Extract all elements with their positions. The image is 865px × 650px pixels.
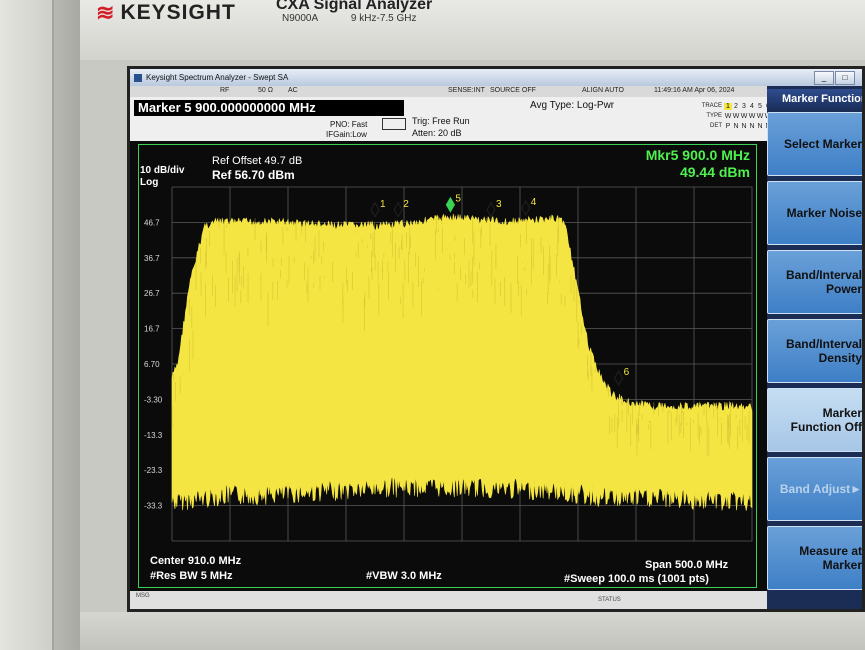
- center-frequency: Center 910.0 MHz: [150, 555, 242, 567]
- softkey-label-line1: Marker: [822, 406, 862, 420]
- res-bw: #Res BW 5 MHz: [150, 570, 233, 582]
- keysight-logo: ≋ KEYSIGHT: [96, 0, 236, 26]
- brand-name: KEYSIGHT: [120, 1, 236, 24]
- spectrum-trace: [171, 213, 753, 511]
- softkey-label-line2: Density: [818, 351, 862, 365]
- softkey-6[interactable]: Band Adjust►: [767, 457, 862, 521]
- y-tick-label: 16.7: [144, 325, 160, 334]
- marker-3-label: 3: [496, 199, 502, 210]
- marker-5-label: 5: [455, 194, 461, 205]
- analyzer-screen: Keysight Spectrum Analyzer - Swept SA _ …: [127, 66, 865, 612]
- message-bar: MSG STATUS: [130, 591, 767, 609]
- frequency-range: 9 kHz-7.5 GHz: [350, 13, 417, 24]
- instrument-bezel-left: [0, 0, 80, 650]
- softkey-1[interactable]: Select Marker: [767, 112, 862, 176]
- softkey-label-line1: Band/Interval: [785, 337, 862, 351]
- y-tick-label: -33.3: [144, 502, 163, 511]
- marker-6-label: 6: [624, 367, 630, 378]
- marker-6-diamond: [614, 369, 624, 386]
- y-tick-label: -3.30: [144, 395, 163, 404]
- marker-5-diamond: [445, 196, 455, 213]
- softkey-2[interactable]: Marker Noise: [767, 181, 862, 245]
- softkey-label-line1: Select Marker: [783, 137, 862, 151]
- maximize-button[interactable]: □: [835, 71, 855, 85]
- instrument-bezel-bottom: [80, 612, 865, 650]
- model-title: CXA Signal Analyzer: [276, 0, 433, 13]
- marker-4-label: 4: [531, 197, 537, 208]
- softkey-7[interactable]: Measure at Marker: [767, 526, 862, 590]
- marker-1-label: 1: [380, 199, 386, 210]
- softkey-panel: Marker Function Select Marker Marker Nois…: [767, 86, 862, 609]
- softkey-label-line2: Marker: [822, 558, 862, 572]
- minimize-button[interactable]: _: [814, 71, 834, 85]
- marker-4-diamond: [521, 200, 531, 217]
- model-number: N9000A: [282, 13, 319, 24]
- y-tick-label: 26.7: [144, 289, 160, 298]
- softkey-label-line1: Band Adjust►: [779, 482, 862, 496]
- softkey-label-line1: Marker Noise: [786, 206, 862, 220]
- softkey-menu-title: Marker Function: [767, 89, 862, 109]
- softkey-label-line2: Power: [825, 282, 862, 296]
- softkey-4[interactable]: Band/Interval Density: [767, 319, 862, 383]
- y-tick-label: -23.3: [144, 466, 163, 475]
- y-tick-label: 6.70: [144, 360, 160, 369]
- model-label: CXA Signal Analyzer N9000A 9 kHz-7.5 GHz: [276, 0, 433, 24]
- softkey-5[interactable]: Marker Function Off: [767, 388, 862, 452]
- softkey-label-line1: Band/Interval: [785, 268, 862, 282]
- model-sub: N9000A 9 kHz-7.5 GHz: [282, 13, 447, 24]
- msg-label: MSG: [136, 593, 150, 599]
- span: Span 500.0 MHz: [645, 559, 729, 571]
- marker-2-label: 2: [403, 199, 409, 210]
- softkey-label-line2: Function Off: [790, 420, 862, 434]
- y-tick-label: 46.7: [144, 218, 160, 227]
- keysight-wave-icon: ≋: [96, 0, 115, 25]
- y-tick-label: 36.7: [144, 254, 160, 263]
- status-label: STATUS: [598, 597, 621, 603]
- softkey-3[interactable]: Band/Interval Power: [767, 250, 862, 314]
- vbw: #VBW 3.0 MHz: [366, 570, 442, 582]
- marker-2-diamond: [393, 201, 403, 218]
- sweep-time: #Sweep 100.0 ms (1001 pts): [564, 573, 709, 585]
- y-tick-label: -13.3: [144, 431, 163, 440]
- front-panel-strip: [0, 0, 54, 650]
- marker-3-diamond: [486, 201, 496, 218]
- softkey-label-line1: Measure at: [799, 544, 862, 558]
- spectrum-plot: 46.7 36.7 26.7 16.7 6.70 -3.30 -13.3 -23.3 -33.3…: [144, 186, 753, 542]
- marker-1-diamond: [370, 201, 380, 218]
